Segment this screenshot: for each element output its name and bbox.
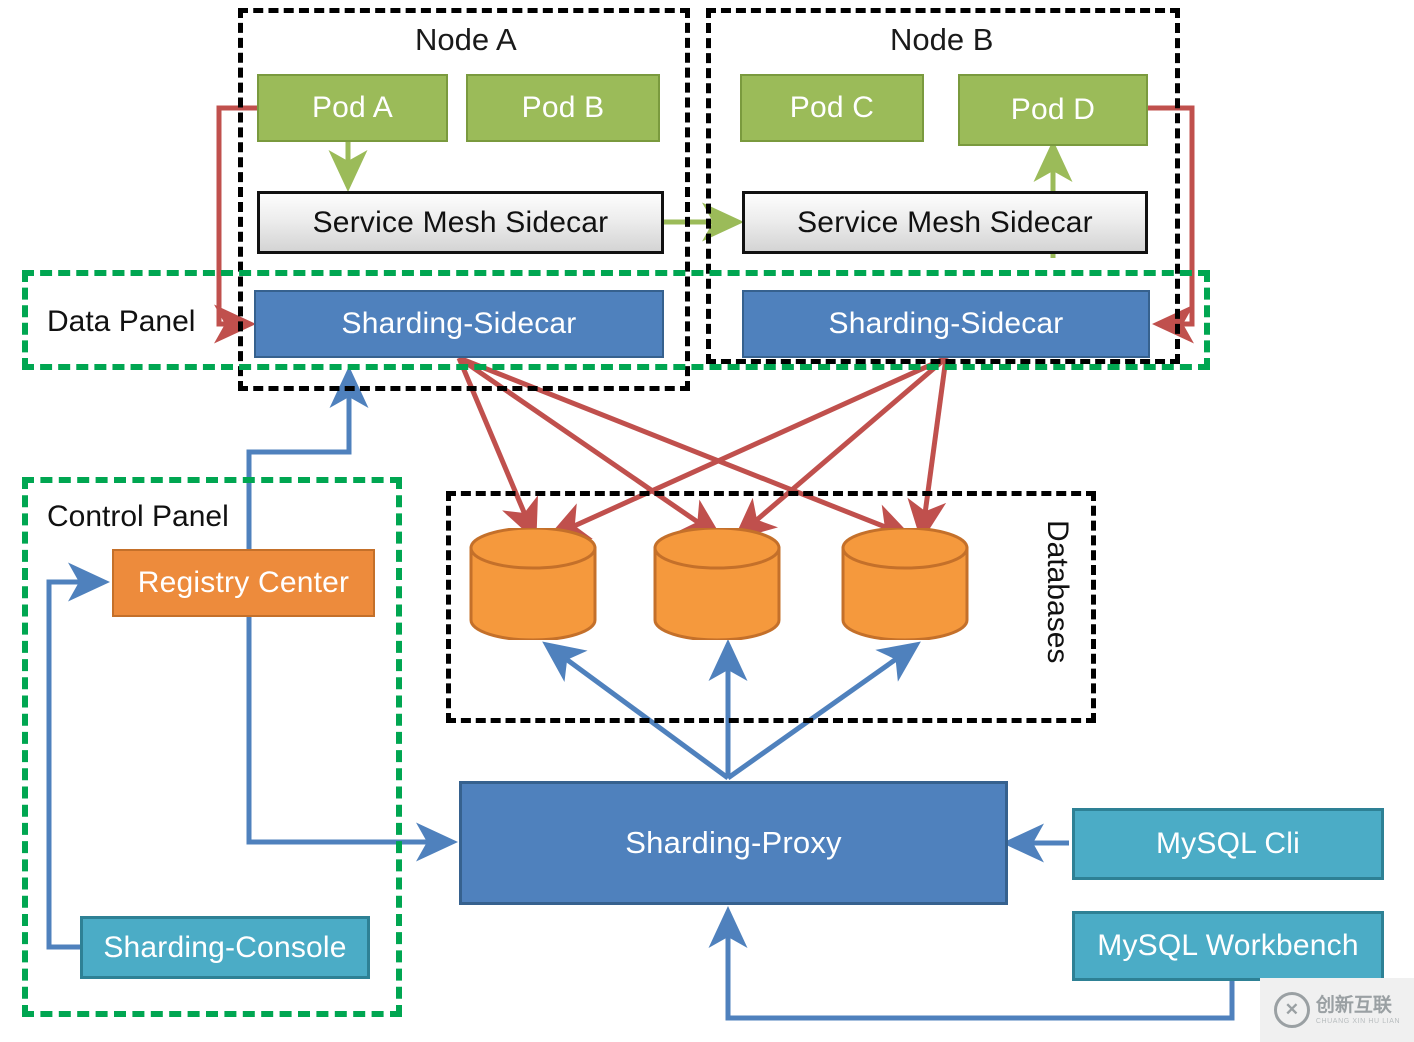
database-cylinder-1 bbox=[469, 528, 597, 640]
pod-b-box[interactable]: Pod B bbox=[466, 74, 660, 142]
service-mesh-sidecar-a-label: Service Mesh Sidecar bbox=[312, 205, 609, 239]
mysql-cli-label: MySQL Cli bbox=[1155, 827, 1301, 860]
service-mesh-sidecar-a-box[interactable]: Service Mesh Sidecar bbox=[257, 191, 664, 254]
watermark: ✕ 创新互联 CHUANG XIN HU LIAN bbox=[1260, 978, 1414, 1042]
sharding-console-box[interactable]: Sharding-Console bbox=[80, 916, 370, 979]
watermark-pinyin: CHUANG XIN HU LIAN bbox=[1315, 1017, 1401, 1025]
database-cylinders[interactable] bbox=[465, 528, 1005, 640]
registry-center-box[interactable]: Registry Center bbox=[112, 549, 375, 617]
databases-group-label: Databases bbox=[1041, 520, 1074, 664]
x-circle-icon: ✕ bbox=[1273, 992, 1310, 1028]
sharding-proxy-box[interactable]: Sharding-Proxy bbox=[459, 781, 1008, 905]
control-panel-label: Control Panel bbox=[47, 500, 229, 533]
database-cylinder-3 bbox=[841, 528, 969, 640]
mysql-workbench-label: MySQL Workbench bbox=[1097, 929, 1359, 962]
registry-center-label: Registry Center bbox=[137, 566, 350, 599]
pod-a-box[interactable]: Pod A bbox=[257, 74, 448, 142]
diagram-canvas: Node A Node B Data Panel Control Panel P… bbox=[0, 0, 1414, 1042]
sharding-sidecar-b-label: Sharding-Sidecar bbox=[828, 307, 1064, 340]
sharding-sidecar-b-box[interactable]: Sharding-Sidecar bbox=[742, 290, 1150, 358]
pod-c-box[interactable]: Pod C bbox=[740, 74, 924, 142]
service-mesh-sidecar-b-box[interactable]: Service Mesh Sidecar bbox=[742, 191, 1148, 254]
node-b-title: Node B bbox=[890, 22, 994, 57]
service-mesh-sidecar-b-label: Service Mesh Sidecar bbox=[797, 205, 1093, 239]
pod-a-label: Pod A bbox=[311, 91, 394, 124]
pod-d-label: Pod D bbox=[1010, 93, 1096, 126]
sharding-sidecar-a-box[interactable]: Sharding-Sidecar bbox=[254, 290, 664, 358]
node-a-title: Node A bbox=[415, 22, 517, 57]
data-panel-label: Data Panel bbox=[47, 305, 196, 338]
mysql-workbench-box[interactable]: MySQL Workbench bbox=[1072, 911, 1384, 981]
pod-c-label: Pod C bbox=[789, 91, 875, 124]
pod-b-label: Pod B bbox=[521, 91, 605, 124]
sharding-proxy-label: Sharding-Proxy bbox=[625, 825, 842, 860]
mysql-cli-box[interactable]: MySQL Cli bbox=[1072, 808, 1384, 880]
database-cylinder-2 bbox=[653, 528, 781, 640]
pod-d-box[interactable]: Pod D bbox=[958, 74, 1148, 146]
sharding-sidecar-a-label: Sharding-Sidecar bbox=[341, 307, 577, 340]
watermark-cn: 创新互联 bbox=[1315, 994, 1392, 1016]
sharding-console-label: Sharding-Console bbox=[103, 930, 347, 964]
